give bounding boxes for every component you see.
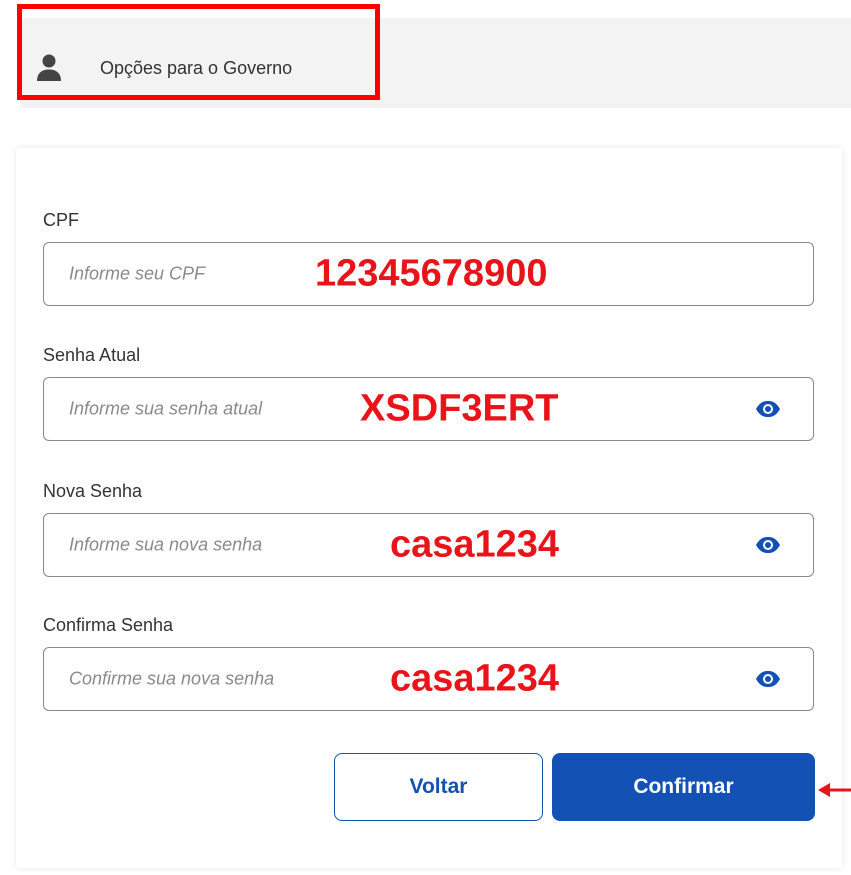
- user-icon: [37, 54, 61, 81]
- new-password-input[interactable]: Informe sua nova senha casa1234: [43, 513, 814, 577]
- confirm-password-input[interactable]: Confirme sua nova senha casa1234: [43, 647, 814, 711]
- new-password-placeholder: Informe sua nova senha: [69, 534, 263, 555]
- government-options-label: Opções para o Governo: [100, 57, 293, 78]
- new-password-annotation-value: casa1234: [390, 523, 560, 566]
- confirm-password-annotation-value: casa1234: [390, 657, 560, 700]
- cpf-annotation-value: 12345678900: [315, 252, 548, 295]
- cpf-input[interactable]: Informe seu CPF 12345678900: [43, 242, 814, 306]
- cpf-label: CPF: [43, 210, 79, 230]
- confirm-password-placeholder: Confirme sua nova senha: [69, 668, 275, 689]
- current-password-label: Senha Atual: [43, 345, 141, 365]
- new-password-label: Nova Senha: [43, 481, 143, 501]
- cpf-placeholder: Informe seu CPF: [69, 263, 206, 284]
- current-password-placeholder: Informe sua senha atual: [69, 398, 263, 419]
- eye-icon[interactable]: [755, 670, 781, 688]
- confirm-button[interactable]: Confirmar: [552, 753, 815, 821]
- government-options-link[interactable]: Opções para o Governo: [36, 48, 292, 88]
- red-arrow-annotation: [818, 783, 851, 797]
- current-password-annotation-value: XSDF3ERT: [360, 387, 559, 430]
- confirm-password-label: Confirma Senha: [43, 615, 174, 635]
- eye-icon[interactable]: [755, 400, 781, 418]
- back-button[interactable]: Voltar: [334, 753, 543, 821]
- current-password-input[interactable]: Informe sua senha atual XSDF3ERT: [43, 377, 814, 441]
- eye-icon[interactable]: [755, 536, 781, 554]
